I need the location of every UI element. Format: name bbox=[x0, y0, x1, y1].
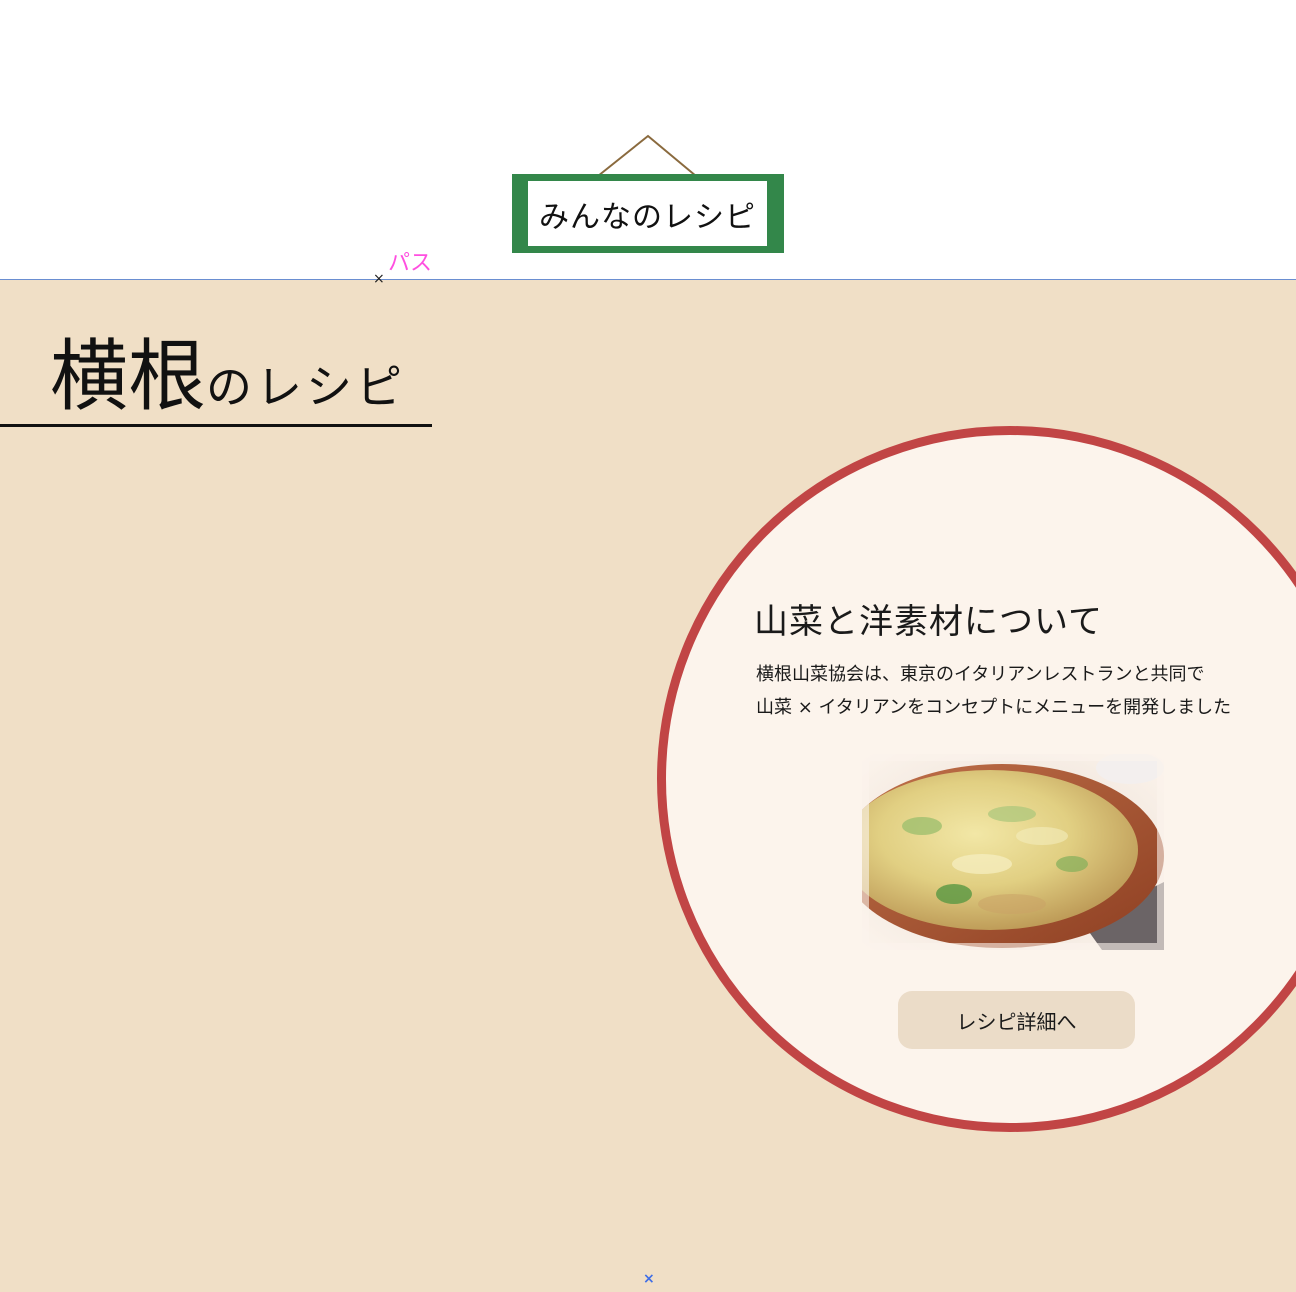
path-label: パス bbox=[388, 251, 433, 276]
header-area: みんなのレシピ bbox=[0, 0, 1296, 280]
page: みんなのレシピ パス × 横根のレシピ 山菜と洋素材について 横根山菜協会は、東… bbox=[0, 0, 1296, 1292]
heading-main: 横根 bbox=[50, 332, 207, 422]
site-logo-sign[interactable]: みんなのレシピ bbox=[512, 174, 784, 253]
feature-description: 横根山菜協会は、東京のイタリアンレストランと共同で 山菜 × イタリアンをコンセ… bbox=[756, 658, 1231, 724]
recipe-detail-button[interactable]: レシピ詳細へ bbox=[898, 991, 1135, 1049]
feature-description-line-1: 横根山菜協会は、東京のイタリアンレストランと共同で bbox=[756, 664, 1205, 685]
heading-underline bbox=[0, 424, 432, 427]
feature-description-line-2: 山菜 × イタリアンをコンセプトにメニューを開発しました bbox=[756, 697, 1232, 718]
feature-title: 山菜と洋素材について bbox=[754, 602, 1103, 642]
sign-hanger-string bbox=[598, 134, 697, 177]
sign-label: みんなのレシピ bbox=[528, 181, 767, 246]
gratin-photo-illustration bbox=[862, 754, 1164, 950]
section-heading: 横根のレシピ bbox=[50, 338, 406, 416]
editor-guide-line bbox=[0, 279, 1296, 280]
heading-sub: のレシピ bbox=[206, 360, 407, 414]
editor-anchor-marker: × bbox=[643, 1271, 655, 1287]
gratin-photo bbox=[862, 754, 1164, 950]
path-anchor-marker: × bbox=[373, 271, 385, 287]
